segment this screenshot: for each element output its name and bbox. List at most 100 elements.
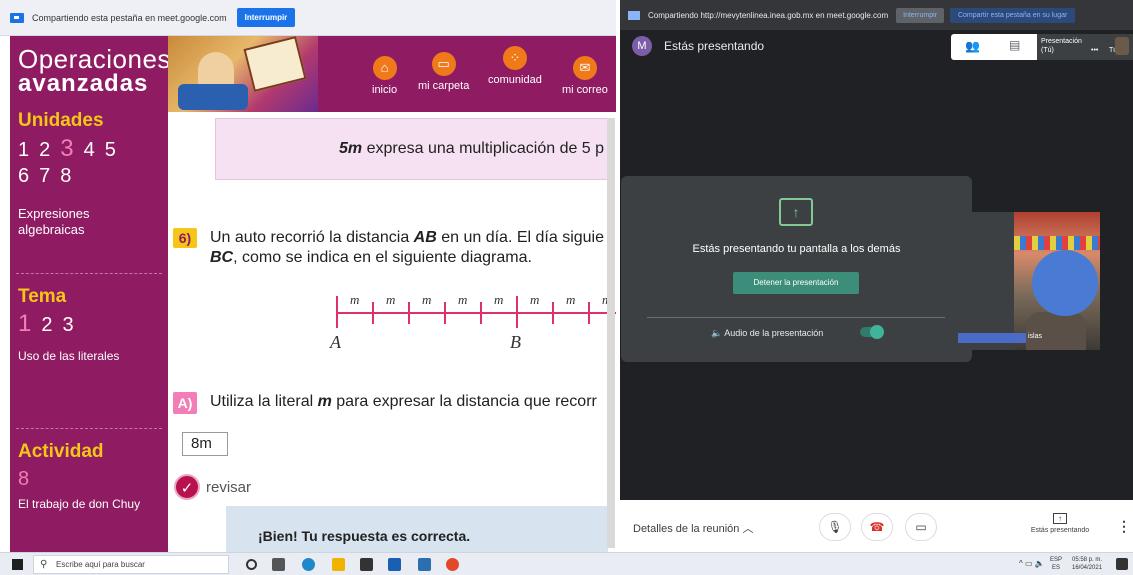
tema-numbers: 123	[18, 311, 84, 338]
participant-tile[interactable]	[972, 212, 1100, 350]
chrome-icon[interactable]	[446, 558, 459, 571]
divider	[16, 273, 162, 274]
self-tile-title: Presentación	[1041, 38, 1082, 45]
answer-input[interactable]: 8m	[182, 432, 228, 456]
tema-link[interactable]: 3	[62, 314, 73, 336]
camera-icon: ▭	[915, 520, 927, 534]
windows-start-icon[interactable]	[12, 559, 23, 570]
notifications-icon[interactable]	[1116, 558, 1128, 570]
chat-icon[interactable]: ▤	[1009, 38, 1020, 52]
unit-link[interactable]: 4	[84, 139, 95, 161]
presentation-audio-label: 🔈 Audio de la presentación	[711, 328, 824, 338]
people-icon[interactable]: 👥	[965, 39, 980, 53]
top-banner: ⌂ inicio ▭ mi carpeta ⁘ comunidad ✉ mi c…	[168, 36, 616, 112]
brand-subtitle: avanzadas	[18, 70, 149, 97]
unit-link-current[interactable]: 3	[60, 135, 73, 162]
presenting-message: Estás presentando tu pantalla a los demá…	[692, 243, 901, 255]
system-tray-icons[interactable]: ^ ▭ 🔈	[1019, 559, 1045, 568]
taskbar: ⚲ Escribe aquí para buscar ^ ▭ 🔈 ESP ES 0…	[0, 552, 1133, 575]
tema-link[interactable]: 2	[41, 314, 52, 336]
taskbar-search[interactable]: ⚲ Escribe aquí para buscar	[33, 555, 229, 574]
presenting-card: ↑ Estás presentando tu pantalla a los de…	[621, 176, 972, 362]
edge-icon[interactable]	[302, 558, 315, 571]
sidebar: Operaciones avanzadas Unidades 12345 678…	[10, 36, 170, 552]
nav-home-label: inicio	[372, 84, 398, 96]
store-icon[interactable]	[360, 558, 373, 571]
self-tile-sub: (Tú)	[1041, 47, 1054, 54]
distance-diagram: m m m m m m m m A B	[330, 292, 616, 352]
file-explorer-icon[interactable]	[332, 558, 345, 571]
question-6-text: Un auto recorrió la distancia AB en un d…	[210, 229, 604, 266]
language-indicator[interactable]: ESP ES	[1050, 556, 1062, 572]
stop-sharing-button[interactable]: Interrumpir	[236, 8, 296, 27]
unit-link[interactable]: 2	[39, 139, 50, 161]
unit-topic: Expresiones algebraicas	[18, 206, 90, 237]
question-6-label: 6)	[173, 228, 197, 248]
exercise-content: 5m expresa una multiplicación de 5 p 6) …	[168, 112, 616, 552]
actividad-title: Actividad	[18, 441, 104, 462]
microphone-button[interactable]: 🎙	[819, 513, 851, 541]
units-title: Unidades	[18, 110, 104, 131]
check-answer-button[interactable]: ✓ revisar	[174, 474, 251, 500]
task-view-icon[interactable]	[272, 558, 285, 571]
unit-link[interactable]: 5	[105, 139, 116, 161]
course-page: Compartiendo esta pestaña en meet.google…	[0, 0, 616, 552]
tab-sharing-bar: Compartiendo esta pestaña en meet.google…	[0, 0, 616, 36]
meet-sharing-text: Compartiendo http://mevytenlinea.inea.go…	[648, 10, 889, 20]
segment-label: m	[566, 292, 576, 307]
more-options-icon[interactable]: ⋮	[1117, 518, 1131, 535]
folder-icon: ▭	[431, 52, 456, 76]
unit-link[interactable]: 6	[18, 165, 29, 187]
divider	[16, 428, 162, 429]
nav-home[interactable]: ⌂ inicio	[372, 56, 397, 96]
mail-icon: ✉	[572, 56, 597, 80]
meet-header: M Estás presentando	[632, 36, 764, 56]
speaker-icon: 🔈	[711, 328, 723, 338]
stop-presenting-button[interactable]: Detener la presentación	[733, 272, 859, 294]
camera-button[interactable]: ▭	[905, 513, 937, 541]
more-dots-icon[interactable]: •••	[1091, 46, 1098, 55]
segment-label: m	[350, 292, 360, 307]
participant-video	[1014, 212, 1100, 350]
screen-share-icon	[628, 10, 640, 20]
banner-illustration	[168, 36, 318, 112]
meeting-details-button[interactable]: Detalles de la reunión ︿	[633, 520, 753, 536]
presenting-button[interactable]: ↑ Estás presentando	[1025, 513, 1095, 534]
word-icon[interactable]	[388, 558, 401, 571]
nav-folder[interactable]: ▭ mi carpeta	[418, 52, 469, 92]
screen: Compartiendo esta pestaña en meet.google…	[0, 0, 1133, 575]
point-b-label: B	[510, 332, 521, 352]
diagram-line	[336, 312, 616, 314]
clock[interactable]: 05:58 p. m. 16/04/2021	[1072, 556, 1102, 572]
presenting-title: Estás presentando	[664, 39, 765, 53]
self-tile[interactable]: Presentación (Tú) ••• Tú	[1037, 34, 1133, 60]
avatar: M	[632, 36, 652, 56]
share-this-tab-button[interactable]: Compartir esta pestaña en su lugar	[949, 7, 1076, 23]
mail-app-icon[interactable]	[418, 558, 431, 571]
segment-label: m	[422, 292, 432, 307]
check-icon: ✓	[174, 474, 200, 500]
tema-link-current[interactable]: 1	[18, 310, 31, 337]
nav-folder-label: mi carpeta	[418, 80, 470, 92]
leave-call-button[interactable]: ☎	[861, 513, 893, 541]
note-box: 5m expresa una multiplicación de 5 p	[215, 118, 615, 180]
note-text: 5m expresa una multiplicación de 5 p	[339, 140, 605, 157]
nav-mail[interactable]: ✉ mi correo	[562, 56, 608, 96]
segment-label: m	[494, 292, 504, 307]
chevron-up-icon: ︿	[742, 523, 754, 535]
hang-up-icon: ☎	[869, 520, 885, 534]
audio-toggle[interactable]	[860, 325, 884, 339]
unit-link[interactable]: 1	[18, 139, 29, 161]
meet-bottom-bar: Detalles de la reunión ︿ 🎙 ☎ ▭ ↑ Estás p…	[620, 500, 1133, 552]
nav-community[interactable]: ⁘ comunidad	[488, 46, 542, 86]
stop-sharing-button[interactable]: Interrumpir	[896, 7, 944, 23]
cortana-icon[interactable]	[246, 559, 257, 570]
community-icon: ⁘	[502, 46, 527, 70]
check-answer-label: revisar	[206, 478, 252, 496]
screen-share-icon	[10, 12, 24, 23]
unit-link[interactable]: 8	[60, 165, 71, 187]
scrollbar[interactable]	[607, 118, 615, 548]
question-a-text: Utiliza la literal m para expresar la di…	[210, 393, 597, 410]
feedback-text: ¡Bien! Tu respuesta es correcta.	[258, 528, 471, 544]
unit-link[interactable]: 7	[39, 165, 50, 187]
